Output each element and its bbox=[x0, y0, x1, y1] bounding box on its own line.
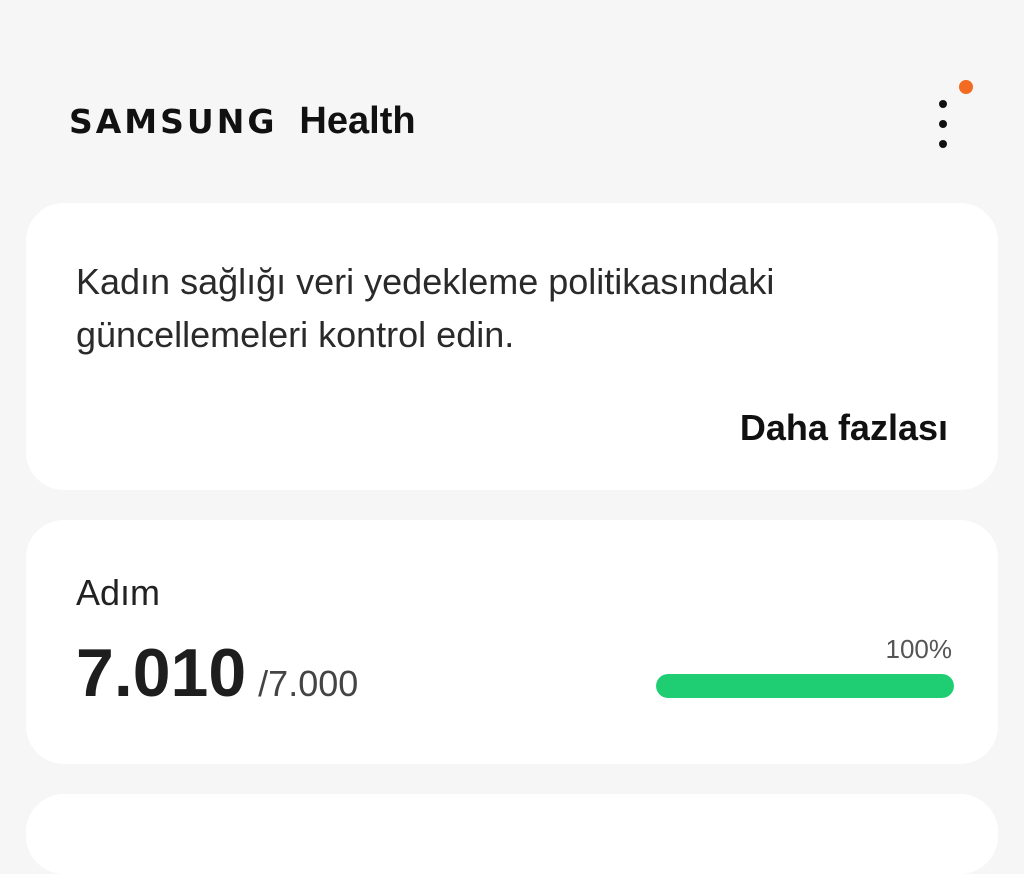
more-vertical-icon bbox=[938, 100, 948, 148]
brand-samsung-text: SAMSUNG bbox=[69, 102, 278, 141]
next-card[interactable] bbox=[26, 794, 998, 874]
app-header: SAMSUNG Health bbox=[0, 0, 1024, 200]
progress-percent: 100% bbox=[885, 634, 953, 664]
samsung-health-logo: SAMSUNG Health bbox=[69, 100, 416, 143]
brand-health-text: Health bbox=[299, 100, 416, 142]
more-link-button[interactable]: Daha fazlası bbox=[740, 407, 948, 449]
more-options-button[interactable] bbox=[918, 96, 968, 152]
steps-progress-fill bbox=[656, 674, 954, 698]
notice-card: Kadın sağlığı veri yedekleme politikasın… bbox=[26, 203, 998, 490]
steps-count: 7.010 bbox=[76, 635, 247, 711]
steps-progress-bar bbox=[656, 674, 954, 698]
steps-card[interactable]: Adım 7.010 /7.000 100% bbox=[26, 520, 998, 764]
steps-goal: /7.000 bbox=[258, 663, 359, 704]
notice-message: Kadın sağlığı veri yedekleme politikasın… bbox=[76, 261, 775, 355]
steps-title: Adım bbox=[76, 572, 161, 613]
steps-value: 7.010 /7.000 bbox=[76, 634, 358, 712]
notification-badge bbox=[959, 80, 973, 94]
